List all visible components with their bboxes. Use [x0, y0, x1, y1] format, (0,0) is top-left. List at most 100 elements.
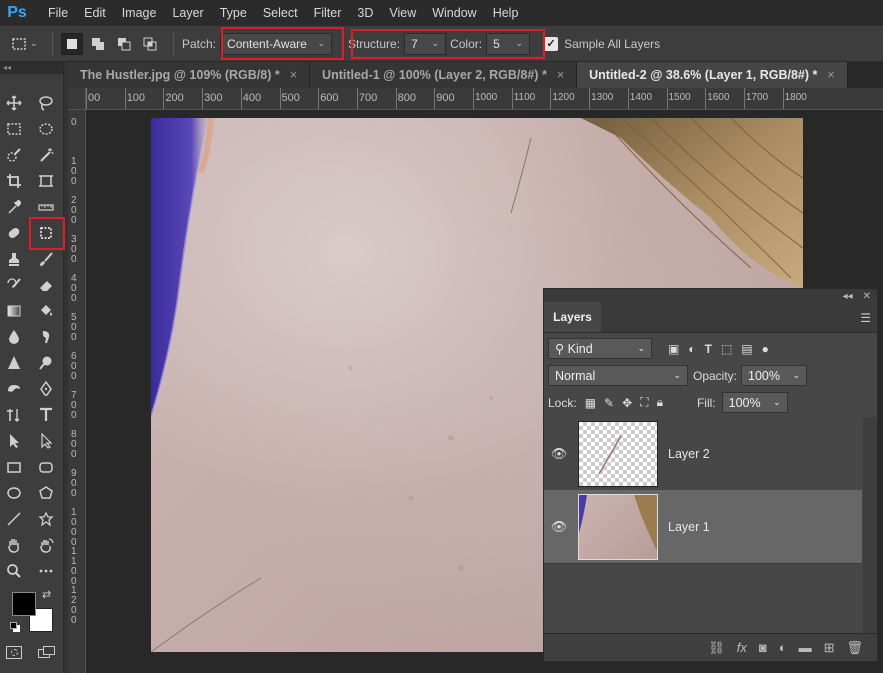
quick-selection-tool-button[interactable] [3, 144, 25, 166]
type-tool-button[interactable] [35, 404, 57, 426]
menu-filter[interactable]: Filter [306, 6, 350, 20]
tab-layers[interactable]: Layers [544, 302, 601, 332]
eyedropper-tool-button[interactable] [3, 196, 25, 218]
sharpen-tool-button[interactable] [3, 352, 25, 374]
layer-1-name[interactable]: Layer 1 [668, 520, 710, 534]
menu-view[interactable]: View [381, 6, 424, 20]
horizontal-ruler[interactable]: 00 100 200 300 400 500 600 700 800 900 1000 1100 120… [86, 88, 883, 110]
ellipse-tool-button[interactable] [3, 482, 25, 504]
collapse-icon[interactable]: ◂◂ [0, 62, 63, 74]
gradient-tool-button[interactable] [3, 300, 25, 322]
crop-tool-button[interactable] [3, 170, 25, 192]
direct-selection-tool-button[interactable] [35, 430, 57, 452]
lasso-tool-button[interactable] [35, 92, 57, 114]
rotate-view-tool-button[interactable] [35, 534, 57, 556]
burn-tool-button[interactable] [3, 378, 25, 400]
path-selection-tool-button[interactable] [3, 430, 25, 452]
smart-object-filter-icon[interactable]: ▤ [741, 342, 752, 356]
eye-icon[interactable]: 👁︎ [544, 446, 574, 462]
magic-wand-tool-button[interactable] [35, 144, 57, 166]
dodge-tool-button[interactable] [35, 352, 57, 374]
pen-tool-button[interactable] [35, 378, 57, 400]
blend-mode-dropdown[interactable]: Normal ⌄ [548, 365, 688, 386]
close-icon[interactable]: × [827, 68, 834, 82]
menu-image[interactable]: Image [114, 6, 165, 20]
fill-input[interactable]: 100% ⌄ [721, 392, 788, 413]
collapse-panel-icon[interactable]: ◂◂ [843, 291, 853, 302]
add-to-selection-button[interactable] [87, 33, 109, 55]
layers-scrollbar[interactable] [863, 417, 877, 635]
new-selection-button[interactable] [61, 32, 83, 55]
zoom-tool-button[interactable] [3, 560, 25, 582]
adjustment-layer-filter-icon[interactable]: ◐ [688, 342, 695, 356]
screen-mode-icon[interactable] [38, 646, 56, 659]
blur-tool-button[interactable] [3, 326, 25, 348]
tab-untitled-1[interactable]: Untitled-1 @ 100% (Layer 2, RGB/8#) * × [310, 62, 578, 88]
menu-3d[interactable]: 3D [349, 6, 381, 20]
custom-shape-tool-button[interactable] [35, 508, 57, 530]
line-tool-button[interactable] [3, 508, 25, 530]
new-group-folder-icon[interactable]: ▬ [799, 640, 812, 655]
tool-preset-picker[interactable]: ⌄ [10, 31, 44, 57]
hand-tool-button[interactable] [3, 534, 25, 556]
default-colors-icon[interactable] [10, 622, 20, 632]
ruler-corner[interactable] [68, 88, 86, 110]
subtract-from-selection-button[interactable] [113, 33, 135, 55]
panel-menu-icon[interactable]: ☰ [860, 311, 871, 325]
layer-row-layer-2[interactable]: 👁︎ Layer 2 [544, 417, 862, 491]
lock-artboard-icon[interactable]: ⛶ [640, 395, 648, 410]
spot-healing-brush-tool-button[interactable] [3, 222, 25, 244]
rounded-rectangle-tool-button[interactable] [35, 456, 57, 478]
more-tools-button[interactable] [35, 560, 57, 582]
link-layers-icon[interactable]: ⛓︎ [708, 640, 725, 656]
filter-kind-dropdown[interactable]: ⚲ Kind ⌄ [548, 338, 652, 359]
menu-file[interactable]: File [40, 6, 76, 20]
delete-layer-trash-icon[interactable]: 🗑︎ [846, 640, 863, 656]
menu-help[interactable]: Help [485, 6, 527, 20]
paint-bucket-tool-button[interactable] [35, 300, 57, 322]
swap-colors-icon[interactable]: ⇄ [42, 588, 51, 601]
type-layer-filter-icon[interactable]: T [705, 342, 712, 356]
polygon-tool-button[interactable] [35, 482, 57, 504]
menu-select[interactable]: Select [255, 6, 306, 20]
rectangle-tool-button[interactable] [3, 456, 25, 478]
pixel-layer-filter-icon[interactable]: ▣ [668, 342, 679, 356]
sample-all-layers-checkbox[interactable]: ✓ [544, 36, 559, 51]
brush-tool-button[interactable] [35, 248, 57, 270]
shape-layer-filter-icon[interactable]: ⬚ [721, 342, 732, 356]
menu-type[interactable]: Type [212, 6, 255, 20]
quick-mask-icon[interactable] [6, 646, 22, 659]
menu-layer[interactable]: Layer [164, 6, 211, 20]
eye-icon[interactable]: 👁︎ [544, 519, 574, 535]
vertical-type-tool-button[interactable] [3, 404, 25, 426]
ruler-tool-button[interactable] [35, 196, 57, 218]
vertical-ruler[interactable]: 0 1 0 0 2 0 0 3 0 0 4 0 0 5 0 0 6 0 0 7 0 0 8 0 … [68, 110, 86, 673]
clone-stamp-tool-button[interactable] [3, 248, 25, 270]
elliptical-marquee-tool-button[interactable] [35, 118, 57, 140]
close-icon[interactable]: × [290, 68, 297, 82]
filter-toggle-icon[interactable]: ● [762, 342, 769, 356]
layer-2-name[interactable]: Layer 2 [668, 447, 710, 461]
tab-untitled-2[interactable]: Untitled-2 @ 38.6% (Layer 1, RGB/8#) * × [577, 62, 848, 88]
opacity-input[interactable]: 100% ⌄ [741, 365, 808, 386]
eraser-tool-button[interactable] [35, 274, 57, 296]
close-icon[interactable]: × [557, 68, 564, 82]
frame-tool-button[interactable] [35, 170, 57, 192]
layer-row-layer-1[interactable]: 👁︎ Layer 1 [544, 490, 862, 564]
lock-transparent-icon[interactable]: ▦ [585, 396, 596, 410]
lock-all-icon[interactable]: 🔒︎ [657, 395, 663, 410]
move-tool-button[interactable] [3, 92, 25, 114]
foreground-color-swatch[interactable] [12, 592, 36, 616]
history-brush-tool-button[interactable] [3, 274, 25, 296]
smudge-tool-button[interactable] [35, 326, 57, 348]
menu-edit[interactable]: Edit [76, 6, 114, 20]
lock-position-icon[interactable]: ✥ [622, 396, 632, 410]
rectangular-marquee-tool-button[interactable] [3, 118, 25, 140]
new-layer-icon[interactable]: ⊞ [824, 640, 835, 656]
intersect-selection-button[interactable] [139, 33, 161, 55]
close-panel-icon[interactable]: ✕ [863, 291, 871, 302]
tab-the-hustler[interactable]: The Hustler.jpg @ 109% (RGB/8) * × [68, 62, 311, 88]
menu-window[interactable]: Window [424, 6, 484, 20]
layer-style-fx-icon[interactable]: fx [737, 640, 747, 655]
add-mask-icon[interactable]: ◙ [759, 640, 767, 655]
